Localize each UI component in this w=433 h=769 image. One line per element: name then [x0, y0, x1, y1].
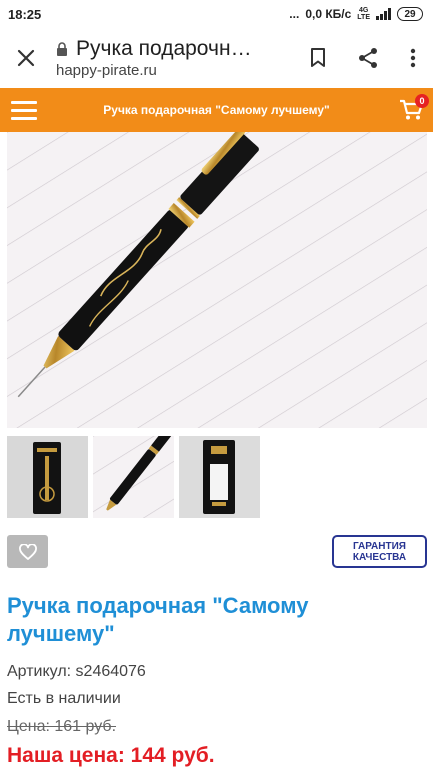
url-area[interactable]: Ручка подарочн… happy-pirate.ru	[52, 37, 293, 79]
thumbnail-3[interactable]	[179, 436, 260, 518]
network-type-top: 4G	[358, 7, 369, 14]
availability-status: Есть в наличии	[7, 690, 121, 707]
signal-icon	[376, 8, 391, 20]
thumbnail-1[interactable]	[7, 436, 88, 518]
product-sku: Артикул: s2464076	[7, 663, 146, 680]
product-title: Ручка подарочная "Самому лучшему"	[7, 593, 309, 646]
share-icon	[359, 48, 377, 68]
network-type-bottom: LTE	[357, 14, 370, 21]
old-price: Цена: 161 руб.	[7, 718, 117, 735]
network-type: 4G LTE	[357, 7, 370, 21]
site-header: Ручка подарочная "Самому лучшему" 0	[0, 88, 433, 132]
status-bar: 18:25 ... 0,0 КБ/с 4G LTE 29	[0, 0, 433, 28]
close-icon	[17, 49, 35, 67]
browser-page-title: Ручка подарочн…	[76, 37, 252, 60]
close-button[interactable]	[0, 28, 52, 88]
bookmark-button[interactable]	[293, 28, 343, 88]
battery-icon: 29	[397, 7, 423, 21]
cart-button[interactable]: 0	[389, 88, 433, 132]
current-price: Наша цена: 144 руб.	[7, 744, 215, 767]
browser-toolbar: Ручка подарочн… happy-pirate.ru	[0, 28, 433, 88]
heart-icon	[18, 543, 37, 560]
menu-icon[interactable]	[0, 88, 44, 132]
favorite-button[interactable]	[7, 535, 48, 568]
share-button[interactable]	[343, 28, 393, 88]
header-title: Ручка подарочная "Самому лучшему"	[103, 103, 330, 117]
cart-count-badge: 0	[415, 94, 429, 108]
lock-icon	[57, 42, 67, 56]
status-dots: ...	[289, 7, 300, 21]
browser-url: happy-pirate.ru	[56, 62, 157, 79]
quality-guarantee-badge: ГАРАНТИЯ КАЧЕСТВА	[332, 535, 427, 568]
more-options-button[interactable]	[393, 28, 433, 88]
thumbnail-2[interactable]	[93, 436, 174, 518]
more-vert-icon	[410, 48, 416, 68]
status-time: 18:25	[8, 6, 42, 22]
thumbnail-strip	[7, 436, 260, 518]
status-indicators: ... 0,0 КБ/с 4G LTE 29	[289, 7, 423, 21]
network-speed: 0,0 КБ/с	[305, 7, 352, 21]
guarantee-line-1: ГАРАНТИЯ	[353, 540, 406, 552]
product-main-image[interactable]	[7, 132, 427, 428]
bookmark-icon	[311, 48, 325, 67]
guarantee-line-2: КАЧЕСТВА	[352, 551, 407, 563]
